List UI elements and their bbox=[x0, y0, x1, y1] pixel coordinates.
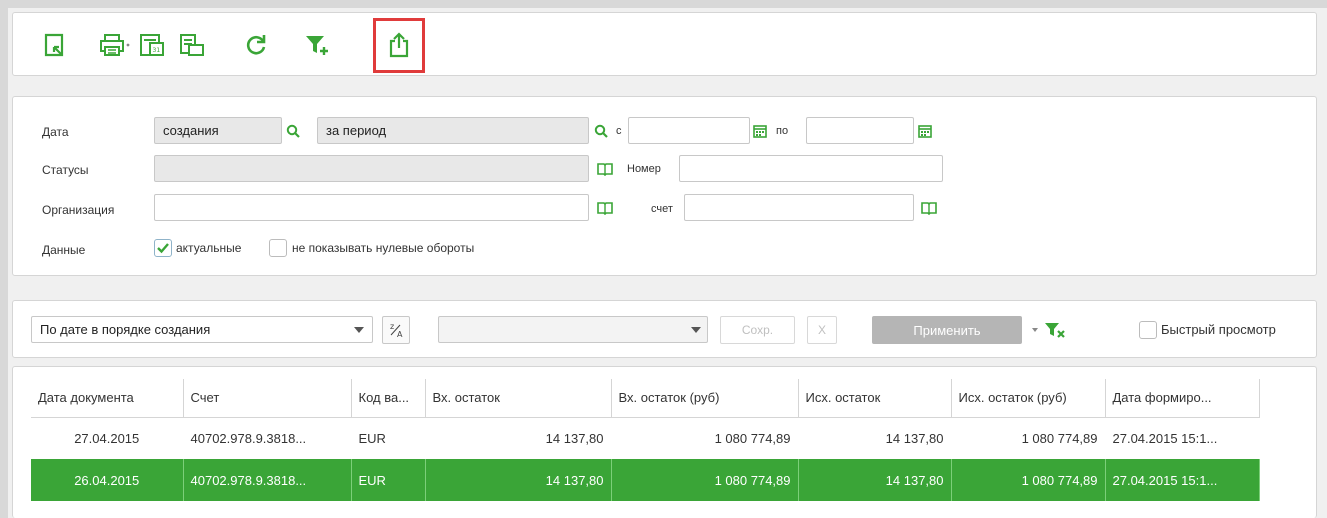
sort-select-chevron-down-icon[interactable] bbox=[347, 316, 371, 343]
preset-select-chevron-down-icon[interactable] bbox=[684, 316, 708, 343]
cell-closing-balance: 14 137,80 bbox=[798, 459, 952, 501]
column-header-document-date[interactable]: Дата документа bbox=[31, 379, 184, 418]
statuses-label: Статусы bbox=[42, 163, 89, 177]
toolbar: 31 bbox=[12, 12, 1317, 76]
column-header-formation-date[interactable]: Дата формиро... bbox=[1105, 379, 1260, 418]
quick-view-label: Быстрый просмотр bbox=[1161, 322, 1276, 337]
preset-select[interactable] bbox=[438, 316, 708, 343]
print-options-chevron-icon[interactable] bbox=[121, 31, 135, 59]
refresh-icon[interactable] bbox=[241, 31, 271, 59]
cell-currency-code: EUR bbox=[351, 417, 426, 459]
cell-opening-balance: 14 137,80 bbox=[425, 417, 612, 459]
organization-book-icon[interactable] bbox=[593, 194, 617, 221]
date-type-search-icon[interactable] bbox=[281, 117, 305, 144]
table-row[interactable]: 27.04.2015 40702.978.9.3818... EUR 14 13… bbox=[31, 417, 1260, 459]
clear-preset-button[interactable]: X bbox=[807, 316, 837, 344]
filter-panel: Дата создания за период с по Статусы Ном… bbox=[12, 96, 1317, 276]
cell-account: 40702.978.9.3818... bbox=[183, 417, 352, 459]
statuses-field[interactable] bbox=[154, 155, 589, 182]
from-label: с bbox=[616, 125, 622, 137]
to-label: по bbox=[776, 125, 789, 137]
column-header-currency-code[interactable]: Код ва... bbox=[351, 379, 426, 418]
check-icon bbox=[157, 243, 169, 254]
cell-closing-balance-rub: 1 080 774,89 bbox=[951, 459, 1106, 501]
svg-text:A: A bbox=[397, 330, 403, 339]
account-book-icon[interactable] bbox=[917, 194, 941, 221]
date-to-calendar-icon[interactable] bbox=[913, 117, 937, 144]
hide-zero-checkbox-label: не показывать нулевые обороты bbox=[292, 241, 475, 255]
cell-opening-balance-rub: 1 080 774,89 bbox=[611, 417, 799, 459]
data-label: Данные bbox=[42, 243, 86, 257]
column-header-closing-balance[interactable]: Исх. остаток bbox=[798, 379, 952, 418]
date-from-calendar-icon[interactable] bbox=[748, 117, 772, 144]
quick-view-checkbox[interactable] bbox=[1139, 321, 1157, 339]
date-from-input[interactable] bbox=[628, 117, 750, 144]
table-row-selected[interactable]: 26.04.2015 40702.978.9.3818... EUR 14 13… bbox=[31, 459, 1260, 501]
statuses-book-icon[interactable] bbox=[593, 155, 617, 182]
sort-za-icon: zA bbox=[390, 322, 403, 339]
svg-text:31: 31 bbox=[153, 47, 161, 54]
cell-opening-balance: 14 137,80 bbox=[425, 459, 612, 501]
cell-closing-balance: 14 137,80 bbox=[798, 417, 952, 459]
apply-button[interactable]: Применить bbox=[872, 316, 1022, 344]
account-input[interactable] bbox=[684, 194, 914, 221]
cell-currency-code: EUR bbox=[351, 459, 426, 501]
cell-document-date: 27.04.2015 bbox=[31, 417, 184, 459]
date-to-input[interactable] bbox=[806, 117, 914, 144]
clear-filter-icon[interactable] bbox=[1043, 316, 1067, 343]
account-label: счет bbox=[651, 203, 673, 215]
new-document-icon[interactable] bbox=[39, 31, 69, 59]
column-header-opening-balance[interactable]: Вх. остаток bbox=[425, 379, 612, 418]
export-icon[interactable] bbox=[384, 31, 414, 59]
column-header-opening-balance-rub[interactable]: Вх. остаток (руб) bbox=[611, 379, 799, 418]
cell-opening-balance-rub: 1 080 774,89 bbox=[611, 459, 799, 501]
statements-table: Дата документа Счет Код ва... Вх. остато… bbox=[31, 379, 1260, 501]
statements-grid: Дата документа Счет Код ва... Вх. остато… bbox=[12, 366, 1317, 518]
add-filter-icon[interactable] bbox=[303, 31, 333, 59]
svg-text:z: z bbox=[390, 322, 394, 331]
period-field[interactable]: за период bbox=[317, 117, 589, 144]
hide-zero-checkbox[interactable] bbox=[269, 239, 287, 257]
sort-select[interactable]: По дате в порядке создания bbox=[31, 316, 373, 343]
actual-checkbox-label: актуальные bbox=[176, 241, 242, 255]
print-list-icon[interactable] bbox=[177, 31, 207, 59]
sort-bar: По дате в порядке создания zA Сохр. X Пр… bbox=[12, 300, 1317, 358]
cell-document-date: 26.04.2015 bbox=[31, 459, 184, 501]
calendar-report-icon[interactable]: 31 bbox=[137, 31, 167, 59]
column-header-account[interactable]: Счет bbox=[183, 379, 352, 418]
period-search-icon[interactable] bbox=[589, 117, 613, 144]
actual-checkbox[interactable] bbox=[154, 239, 172, 257]
number-label: Номер bbox=[627, 163, 661, 175]
cell-closing-balance-rub: 1 080 774,89 bbox=[951, 417, 1106, 459]
column-header-closing-balance-rub[interactable]: Исх. остаток (руб) bbox=[951, 379, 1106, 418]
date-type-field[interactable]: создания bbox=[154, 117, 282, 144]
cell-account: 40702.978.9.3818... bbox=[183, 459, 352, 501]
cell-formation-date: 27.04.2015 15:1... bbox=[1105, 459, 1260, 501]
organization-label: Организация bbox=[42, 203, 115, 217]
organization-input[interactable] bbox=[154, 194, 589, 221]
save-preset-button[interactable]: Сохр. bbox=[720, 316, 795, 344]
cell-formation-date: 27.04.2015 15:1... bbox=[1105, 417, 1260, 459]
date-label: Дата bbox=[42, 125, 69, 139]
table-header-row: Дата документа Счет Код ва... Вх. остато… bbox=[31, 379, 1260, 418]
sort-direction-button[interactable]: zA bbox=[382, 316, 410, 344]
number-input[interactable] bbox=[679, 155, 943, 182]
